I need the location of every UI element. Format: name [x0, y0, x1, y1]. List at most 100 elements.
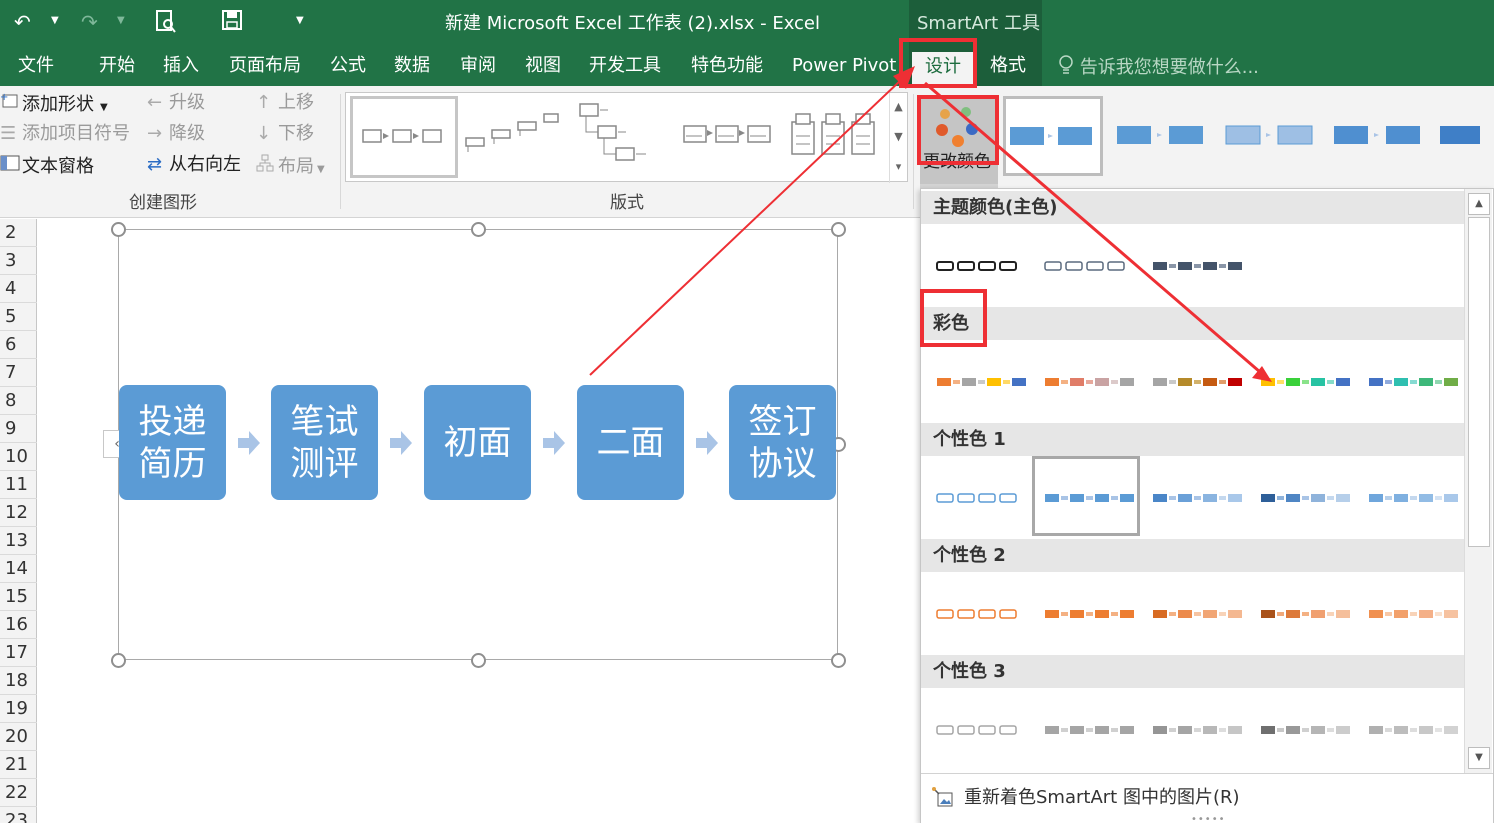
process-arrow-icon[interactable]: [238, 431, 260, 455]
layout-vertical-chevron[interactable]: [786, 96, 894, 178]
undo-icon[interactable]: ↶: [14, 10, 31, 34]
color-option-colorful-3[interactable]: [1145, 343, 1253, 423]
color-option-accent2-outline[interactable]: [929, 575, 1037, 655]
style-simple-fill[interactable]: [1003, 96, 1103, 176]
process-step-3[interactable]: 初面: [424, 385, 531, 500]
row-header[interactable]: 19: [0, 695, 37, 723]
resize-handle[interactable]: [111, 653, 126, 668]
color-option-accent2-gradient-range-2[interactable]: [1253, 575, 1361, 655]
layout-alternating-flow[interactable]: [676, 96, 784, 178]
color-option-accent3-colored-fill[interactable]: [1037, 691, 1145, 771]
resize-handle[interactable]: [831, 653, 846, 668]
row-header[interactable]: 4: [0, 275, 37, 303]
row-header[interactable]: 18: [0, 667, 37, 695]
scroll-thumb[interactable]: [1468, 217, 1490, 547]
demote-button[interactable]: → 降级: [147, 123, 205, 145]
row-header[interactable]: 23: [0, 807, 37, 823]
color-option-colorful-4[interactable]: [1253, 343, 1361, 423]
color-option-accent3-gradient-range-2[interactable]: [1253, 691, 1361, 771]
row-header[interactable]: 13: [0, 527, 37, 555]
color-option-accent1-gradient-range-1[interactable]: [1145, 459, 1253, 539]
layout-basic-process[interactable]: [350, 96, 458, 178]
color-option-colorful-1[interactable]: [929, 343, 1037, 423]
row-header[interactable]: 5: [0, 303, 37, 331]
color-option-accent2-colored-fill[interactable]: [1037, 575, 1145, 655]
move-up-button[interactable]: ↑ 上移: [256, 92, 314, 114]
tab-format[interactable]: 格式: [990, 55, 1026, 77]
row-header[interactable]: 9: [0, 415, 37, 443]
recolor-pictures-item[interactable]: 重新着色SmartArt 图中的图片(R) •••••: [921, 773, 1493, 823]
tab-formulas[interactable]: 公式: [330, 55, 366, 77]
row-header[interactable]: 15: [0, 583, 37, 611]
process-step-4[interactable]: 二面: [577, 385, 684, 500]
row-header[interactable]: 17: [0, 639, 37, 667]
scroll-up-icon[interactable]: ▲: [1468, 193, 1490, 215]
row-header[interactable]: 2: [0, 219, 37, 247]
row-header[interactable]: 6: [0, 331, 37, 359]
color-option-accent1-colored-fill[interactable]: [1032, 456, 1140, 536]
color-option-accent1-gradient-range-3[interactable]: [1361, 459, 1469, 539]
style-intense-effect[interactable]: [1436, 96, 1494, 176]
color-option-accent2-gradient-range-1[interactable]: [1145, 575, 1253, 655]
process-arrow-icon[interactable]: [543, 431, 565, 455]
style-subtle-effect[interactable]: [1222, 96, 1322, 176]
tab-home[interactable]: 开始: [99, 55, 135, 77]
tab-developer[interactable]: 开发工具: [589, 55, 661, 77]
tab-page-layout[interactable]: 页面布局: [229, 55, 301, 77]
save-icon[interactable]: [222, 10, 242, 35]
tab-special-features[interactable]: 特色功能: [691, 55, 763, 77]
resize-grip-icon[interactable]: •••••: [1191, 814, 1226, 823]
tell-me-search[interactable]: 告诉我您想要做什么...: [1058, 55, 1259, 79]
layout-descending-process[interactable]: [568, 96, 676, 178]
row-header[interactable]: 16: [0, 611, 37, 639]
color-option-colorful-5[interactable]: [1361, 343, 1469, 423]
print-preview-icon[interactable]: [155, 10, 177, 41]
layouts-more-icon[interactable]: ▾: [889, 153, 907, 183]
layout-dropdown-icon[interactable]: ▼: [317, 164, 325, 175]
worksheet[interactable]: 2 3 4 5 6 7 8 9 10 11 12 13 14 15 16 17 …: [0, 219, 920, 823]
row-header[interactable]: 14: [0, 555, 37, 583]
tab-view[interactable]: 视图: [525, 55, 561, 77]
redo-dropdown-icon[interactable]: ▼: [117, 15, 125, 26]
tab-file[interactable]: 文件: [18, 55, 54, 77]
undo-dropdown-icon[interactable]: ▼: [51, 15, 59, 26]
resize-handle[interactable]: [471, 222, 486, 237]
menu-scrollbar[interactable]: ▲ ▼: [1464, 189, 1492, 773]
tab-data[interactable]: 数据: [394, 55, 430, 77]
layouts-scroll-up-icon[interactable]: ▲: [889, 93, 907, 123]
layout-button[interactable]: 布局 ▼: [256, 154, 325, 181]
resize-handle[interactable]: [111, 222, 126, 237]
process-step-5[interactable]: 签订协议: [729, 385, 836, 500]
scroll-down-icon[interactable]: ▼: [1468, 747, 1490, 769]
add-bullet-button[interactable]: ☰ 添加项目符号: [0, 123, 130, 145]
process-arrow-icon[interactable]: [696, 431, 718, 455]
row-header[interactable]: 11: [0, 471, 37, 499]
process-step-2[interactable]: 笔试测评: [271, 385, 378, 500]
style-moderate-effect[interactable]: [1330, 96, 1430, 176]
row-header[interactable]: 3: [0, 247, 37, 275]
color-option-accent3-outline[interactable]: [929, 691, 1037, 771]
color-option-accent3-gradient-range-3[interactable]: [1361, 691, 1469, 771]
style-white-outline[interactable]: [1113, 96, 1213, 176]
row-header[interactable]: 10: [0, 443, 37, 471]
process-step-1[interactable]: 投递简历: [119, 385, 226, 500]
color-option-accent3-gradient-range-1[interactable]: [1145, 691, 1253, 771]
color-option-dark-2-outline[interactable]: [1037, 227, 1145, 307]
resize-handle[interactable]: [471, 653, 486, 668]
row-header[interactable]: 7: [0, 359, 37, 387]
promote-button[interactable]: ← 升级: [147, 92, 205, 114]
row-header[interactable]: 22: [0, 779, 37, 807]
row-header[interactable]: 20: [0, 723, 37, 751]
color-option-dark-2-fill[interactable]: [1145, 227, 1253, 307]
tab-power-pivot[interactable]: Power Pivot: [792, 55, 896, 77]
right-to-left-button[interactable]: ⇄ 从右向左: [147, 154, 241, 176]
resize-handle[interactable]: [831, 222, 846, 237]
add-shape-dropdown-icon[interactable]: ▼: [100, 102, 108, 113]
color-option-accent1-gradient-range-2[interactable]: [1253, 459, 1361, 539]
customize-qat-icon[interactable]: ▼: [296, 15, 304, 26]
text-pane-button[interactable]: 文本窗格: [0, 154, 94, 178]
row-header[interactable]: 8: [0, 387, 37, 415]
row-header[interactable]: 12: [0, 499, 37, 527]
tab-insert[interactable]: 插入: [163, 55, 199, 77]
layout-step-up-process[interactable]: [458, 96, 566, 178]
